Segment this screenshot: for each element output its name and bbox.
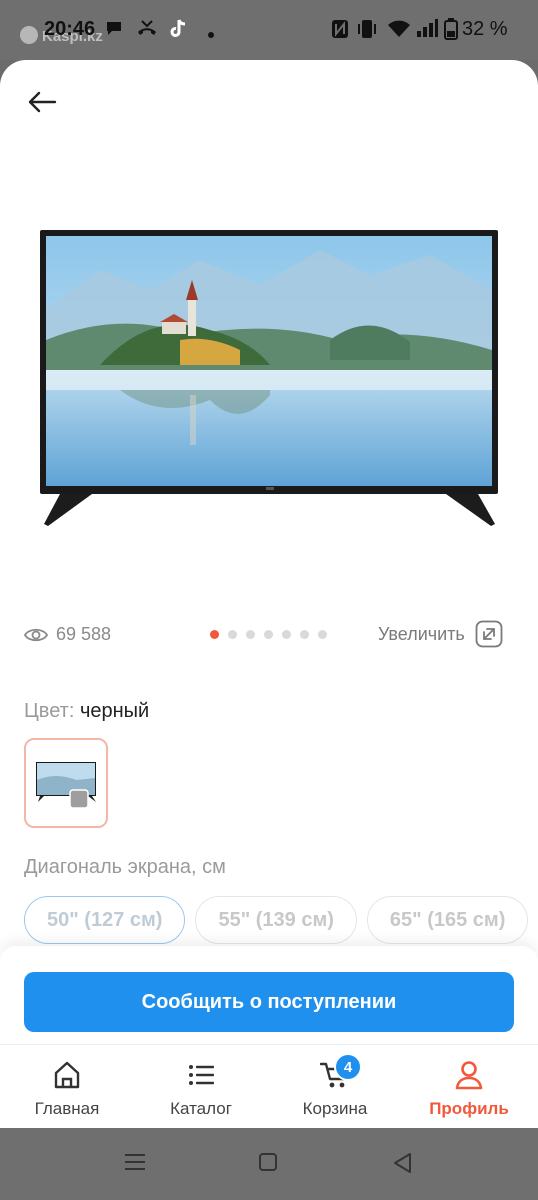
list-icon [189, 1065, 214, 1085]
gallery-dot[interactable] [228, 630, 237, 639]
gallery-dot[interactable] [318, 630, 327, 639]
cart-badge: 4 [334, 1053, 362, 1081]
diagonal-options: 50" (127 см) 55" (139 см) 65" (165 см) [24, 896, 529, 944]
tab-catalog[interactable]: Каталог [134, 1045, 268, 1128]
battery-percent: 32 % [462, 18, 508, 40]
notify-availability-button[interactable]: Сообщить о поступлении [24, 972, 514, 1032]
menu-icon [125, 1154, 145, 1170]
recents-button[interactable] [124, 1152, 146, 1177]
battery-icon [444, 18, 458, 45]
tiktok-icon [168, 18, 188, 45]
diagonal-option-65[interactable]: 65" (165 см) [366, 896, 529, 944]
diagonal-option-55[interactable]: 55" (139 см) [195, 896, 357, 944]
status-time: 20:46 [44, 18, 96, 40]
gallery-dot[interactable] [300, 630, 309, 639]
zoom-label: Увеличить [378, 623, 465, 644]
expand-icon [475, 620, 503, 648]
diagonal-option-50[interactable]: 50" (127 см) [24, 896, 186, 944]
arrow-left-icon [28, 91, 57, 113]
tab-home[interactable]: Главная [0, 1045, 134, 1128]
square-icon [259, 1153, 277, 1171]
product-image[interactable] [40, 230, 498, 530]
user-icon [455, 1061, 483, 1090]
back-nav-button[interactable] [392, 1152, 412, 1179]
color-label: Цвет: [24, 700, 75, 722]
nfc-icon [330, 18, 350, 45]
back-button[interactable] [22, 84, 62, 120]
tab-profile[interactable]: Профиль [402, 1045, 536, 1128]
zoom-button[interactable]: Увеличить [378, 620, 503, 648]
missed-call-icon [136, 18, 158, 43]
color-row: Цвет: черный [24, 700, 149, 723]
color-value: черный [79, 700, 150, 722]
eye-icon [24, 628, 48, 641]
gallery-dot[interactable] [246, 630, 255, 639]
gallery-dot[interactable] [264, 630, 273, 639]
diagonal-label: Диагональ экрана, см [24, 856, 226, 878]
gallery-pagination [210, 630, 327, 639]
home-nav-button[interactable] [258, 1152, 278, 1177]
wifi-icon [387, 18, 411, 43]
bottom-tab-bar: Главная Каталог 4 Корзина Профиль [0, 1044, 538, 1128]
tab-catalog-label: Каталог [170, 1099, 232, 1118]
cta-area: Сообщить о поступлении [0, 946, 538, 1046]
status-bar: Kaspi.kz 20:46 32 % [0, 0, 538, 60]
gallery-dot[interactable] [210, 630, 219, 639]
vibrate-icon [356, 18, 378, 45]
product-sheet: 69 588 Увеличить Цвет: черный Диагональ … [0, 60, 538, 1128]
gallery-dot[interactable] [282, 630, 291, 639]
triangle-back-icon [394, 1153, 411, 1173]
color-swatch-black[interactable] [24, 738, 108, 828]
views-count: 69 588 [56, 624, 112, 644]
tab-profile-label: Профиль [429, 1099, 509, 1118]
tab-cart-label: Корзина [302, 1099, 368, 1118]
home-icon [54, 1061, 80, 1089]
views-counter: 69 588 [24, 624, 111, 645]
tab-home-label: Главная [34, 1099, 100, 1118]
chat-icon [104, 18, 124, 43]
tab-cart[interactable]: 4 Корзина [268, 1045, 402, 1128]
signal-icon [416, 18, 438, 43]
dot-icon [207, 26, 215, 44]
system-nav-bar [0, 1128, 538, 1200]
